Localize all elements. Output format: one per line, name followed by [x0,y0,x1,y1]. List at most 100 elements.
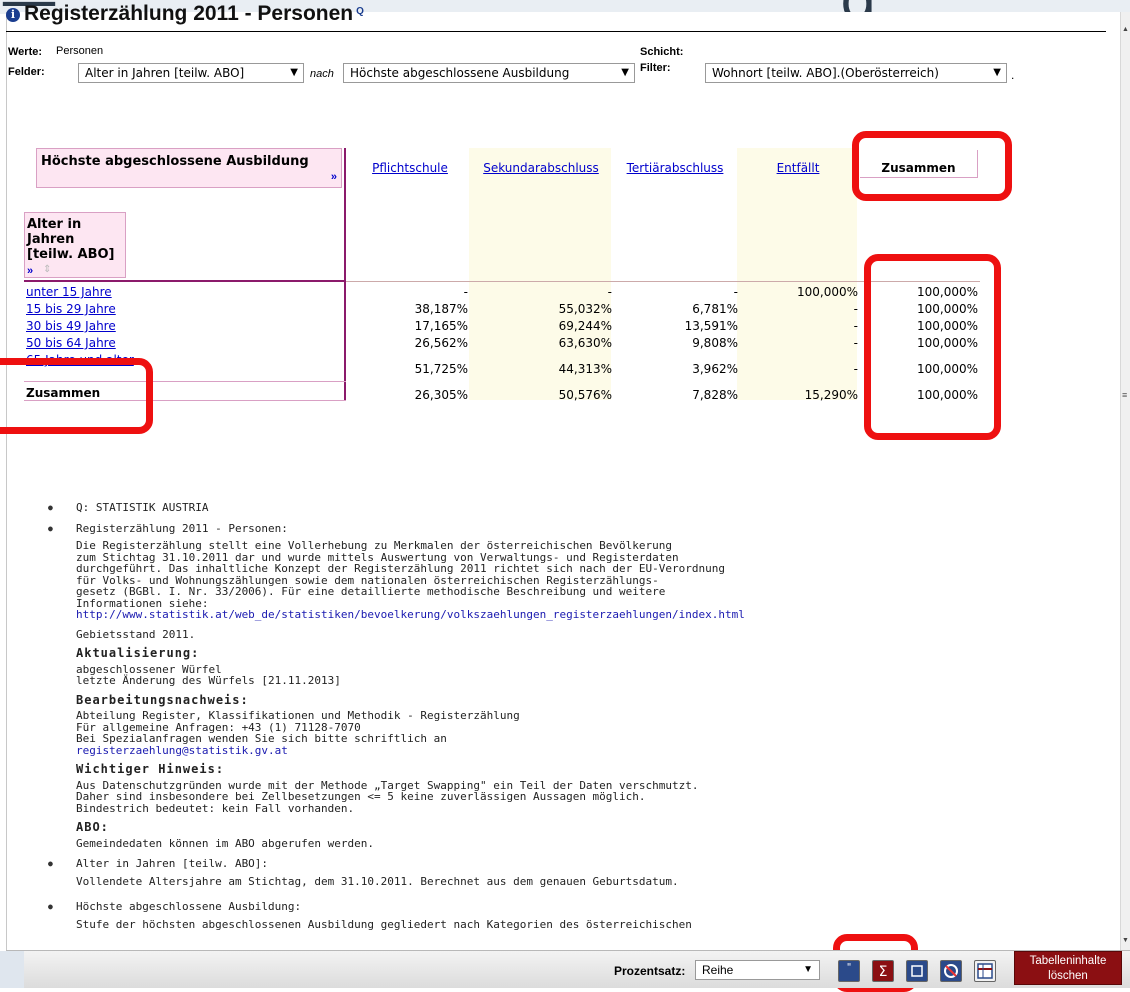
cell: 38,187% [414,302,468,316]
scroll-up-icon[interactable]: ▲ [1122,26,1129,33]
werte-value: Personen [56,45,104,57]
row-label[interactable]: 30 bis 49 Jahre [26,319,116,333]
source-text: Q: STATISTIK AUSTRIA [76,501,209,514]
field1-select[interactable]: Alter in Jahren [teilw. ABO] ▼ [78,63,304,83]
filter-select-value: Wohnort [teilw. ABO].(Oberösterreich) [712,66,939,80]
note-text: Stufe der höchsten abgeschlossenen Ausbi… [76,917,692,931]
svg-text:Σ: Σ [879,964,888,980]
filter-select[interactable]: Wohnort [teilw. ABO].(Oberösterreich) ▼ [705,63,1007,83]
cell: - [463,285,468,299]
note-title: Alter in Jahren [teilw. ABO]: [76,857,269,870]
bearbeitungsnachweis-heading: Bearbeitungsnachweis: [76,692,249,707]
field2-select-value: Höchste abgeschlossene Ausbildung [350,66,570,80]
row-dimension-expand-icon[interactable]: » [27,265,33,277]
aktualisierung-heading: Aktualisierung: [76,646,200,660]
chevron-down-icon: ▼ [993,67,1001,78]
row-label[interactable]: 15 bis 29 Jahre [26,302,116,316]
table-vertical-divider [344,148,346,400]
cell: 7,828% [692,388,738,402]
column-header-sekundarabschluss[interactable]: Sekundarabschluss [470,161,612,175]
field1-select-value: Alter in Jahren [teilw. ABO] [85,66,245,80]
info-icon[interactable]: i [6,8,20,22]
cell: - [853,319,858,333]
note-title: Höchste abgeschlossene Ausbildung: [76,900,302,913]
column-header-entfaellt[interactable]: Entfällt [738,161,858,175]
cell: 9,808% [692,336,738,350]
abo-text: Gemeindedaten können im ABO abgerufen we… [76,836,375,850]
field2-select[interactable]: Höchste abgeschlossene Ausbildung ▼ [343,63,635,83]
column-dimension-header[interactable]: Höchste abgeschlossene Ausbildung » [36,148,342,188]
cell: 15,290% [804,388,858,402]
quote-icon[interactable]: " [838,960,860,982]
table-layout-icon[interactable] [974,960,996,982]
sum-icon[interactable]: Σ [872,960,894,982]
scroll-grip-icon[interactable]: ≡ [1122,390,1127,400]
cell: 6,781% [692,302,738,316]
filter-label: Filter: [640,62,671,74]
row-label[interactable]: unter 15 Jahre [26,285,112,299]
sort-icon[interactable]: ⇕ [43,264,51,275]
toolbar-left-edge [0,951,24,988]
no-zero-icon[interactable] [940,960,962,982]
prozentsatz-value: Reihe [702,963,734,977]
cell: 100,000% [796,285,858,299]
transpose-icon[interactable] [906,960,928,982]
schicht-label: Schicht: [640,46,684,58]
page-title: Registerzählung 2011 - Personen [24,2,354,25]
filter-end: . [1011,68,1015,82]
cell: 26,562% [414,336,468,350]
row-dimension-label: Alter in Jahren [teilw. ABO] [27,217,115,262]
column-header-pflichtschule[interactable]: Pflichtschule [352,161,468,175]
cell: 51,725% [414,362,468,376]
aktualisierung-text: abgeschlossener Würfel letzte Änderung d… [76,662,341,687]
email-link[interactable]: registerzaehlung@statistik.gv.at [76,744,1048,757]
cell: - [853,336,858,350]
cell: 17,165% [414,319,468,333]
cell: - [733,285,738,299]
cell: 44,313% [558,362,612,376]
werte-label: Werte: [8,46,43,58]
highlight-box-total-row-label [0,358,153,434]
nach-label: nach [310,68,334,80]
hinweis-text: Aus Datenschutzgründen wurde mit der Met… [76,778,699,815]
cell: 63,630% [558,336,612,350]
cell: - [853,302,858,316]
highlight-box-total-column-header [852,131,1012,201]
chevron-down-icon: ▼ [621,67,629,78]
svg-text:": " [847,962,852,973]
chevron-down-icon: ▼ [290,67,298,78]
cell: 50,576% [558,388,612,402]
vertical-scrollbar[interactable]: ▲ ≡ ▼ [1120,12,1130,977]
cell: 3,962% [692,362,738,376]
scroll-down-icon[interactable]: ▼ [1122,937,1129,944]
column-header-tertiaerabschluss[interactable]: Tertiärabschluss [612,161,738,175]
cell: 13,591% [684,319,738,333]
column-dimension-expand-icon[interactable]: » [331,171,337,183]
note-text: Vollendete Altersjahre am Stichtag, dem … [76,874,679,888]
highlight-box-total-column-values [864,254,1001,440]
note-ausbildung: Höchste abgeschlossene Ausbildung: Stufe… [48,901,1048,930]
gebietsstand-text: Gebietsstand 2011. [76,627,196,641]
clear-table-button[interactable]: Tabelleninhalte löschen [1014,951,1122,985]
table-horizontal-divider [24,280,346,282]
row-label[interactable]: 50 bis 64 Jahre [26,336,116,350]
row-dimension-header[interactable]: Alter in Jahren [teilw. ABO] » ⇕ [24,212,126,278]
notes-section: Q: STATISTIK AUSTRIA Registerzählung 201… [48,502,1048,939]
note-title: Registerzählung 2011 - Personen: [76,521,288,535]
felder-label: Felder: [8,66,45,78]
note-text: Die Registerzählung stellt eine Vollerhe… [76,539,726,610]
hinweis-heading: Wichtiger Hinweis: [76,762,225,776]
note-registerzaehlung: Registerzählung 2011 - Personen: Die Reg… [48,521,1048,850]
bearbeitungsnachweis-text: Abteilung Register, Klassifikationen und… [76,709,520,745]
cell: 69,244% [558,319,612,333]
cell: 26,305% [414,388,468,402]
cell: 55,032% [558,302,612,316]
note-alter: Alter in Jahren [teilw. ABO]: Vollendete… [48,858,1048,887]
title-bar: i Registerzählung 2011 - Personen Q [6,2,1106,32]
abo-heading: ABO: [76,820,109,834]
cell: - [853,362,858,376]
statistik-link[interactable]: http://www.statistik.at/web_de/statistik… [76,609,1048,621]
column-dimension-label: Höchste abgeschlossene Ausbildung [41,154,309,169]
prozentsatz-select[interactable]: Reihe ▼ [695,960,820,980]
source-link[interactable]: Q [356,6,364,17]
